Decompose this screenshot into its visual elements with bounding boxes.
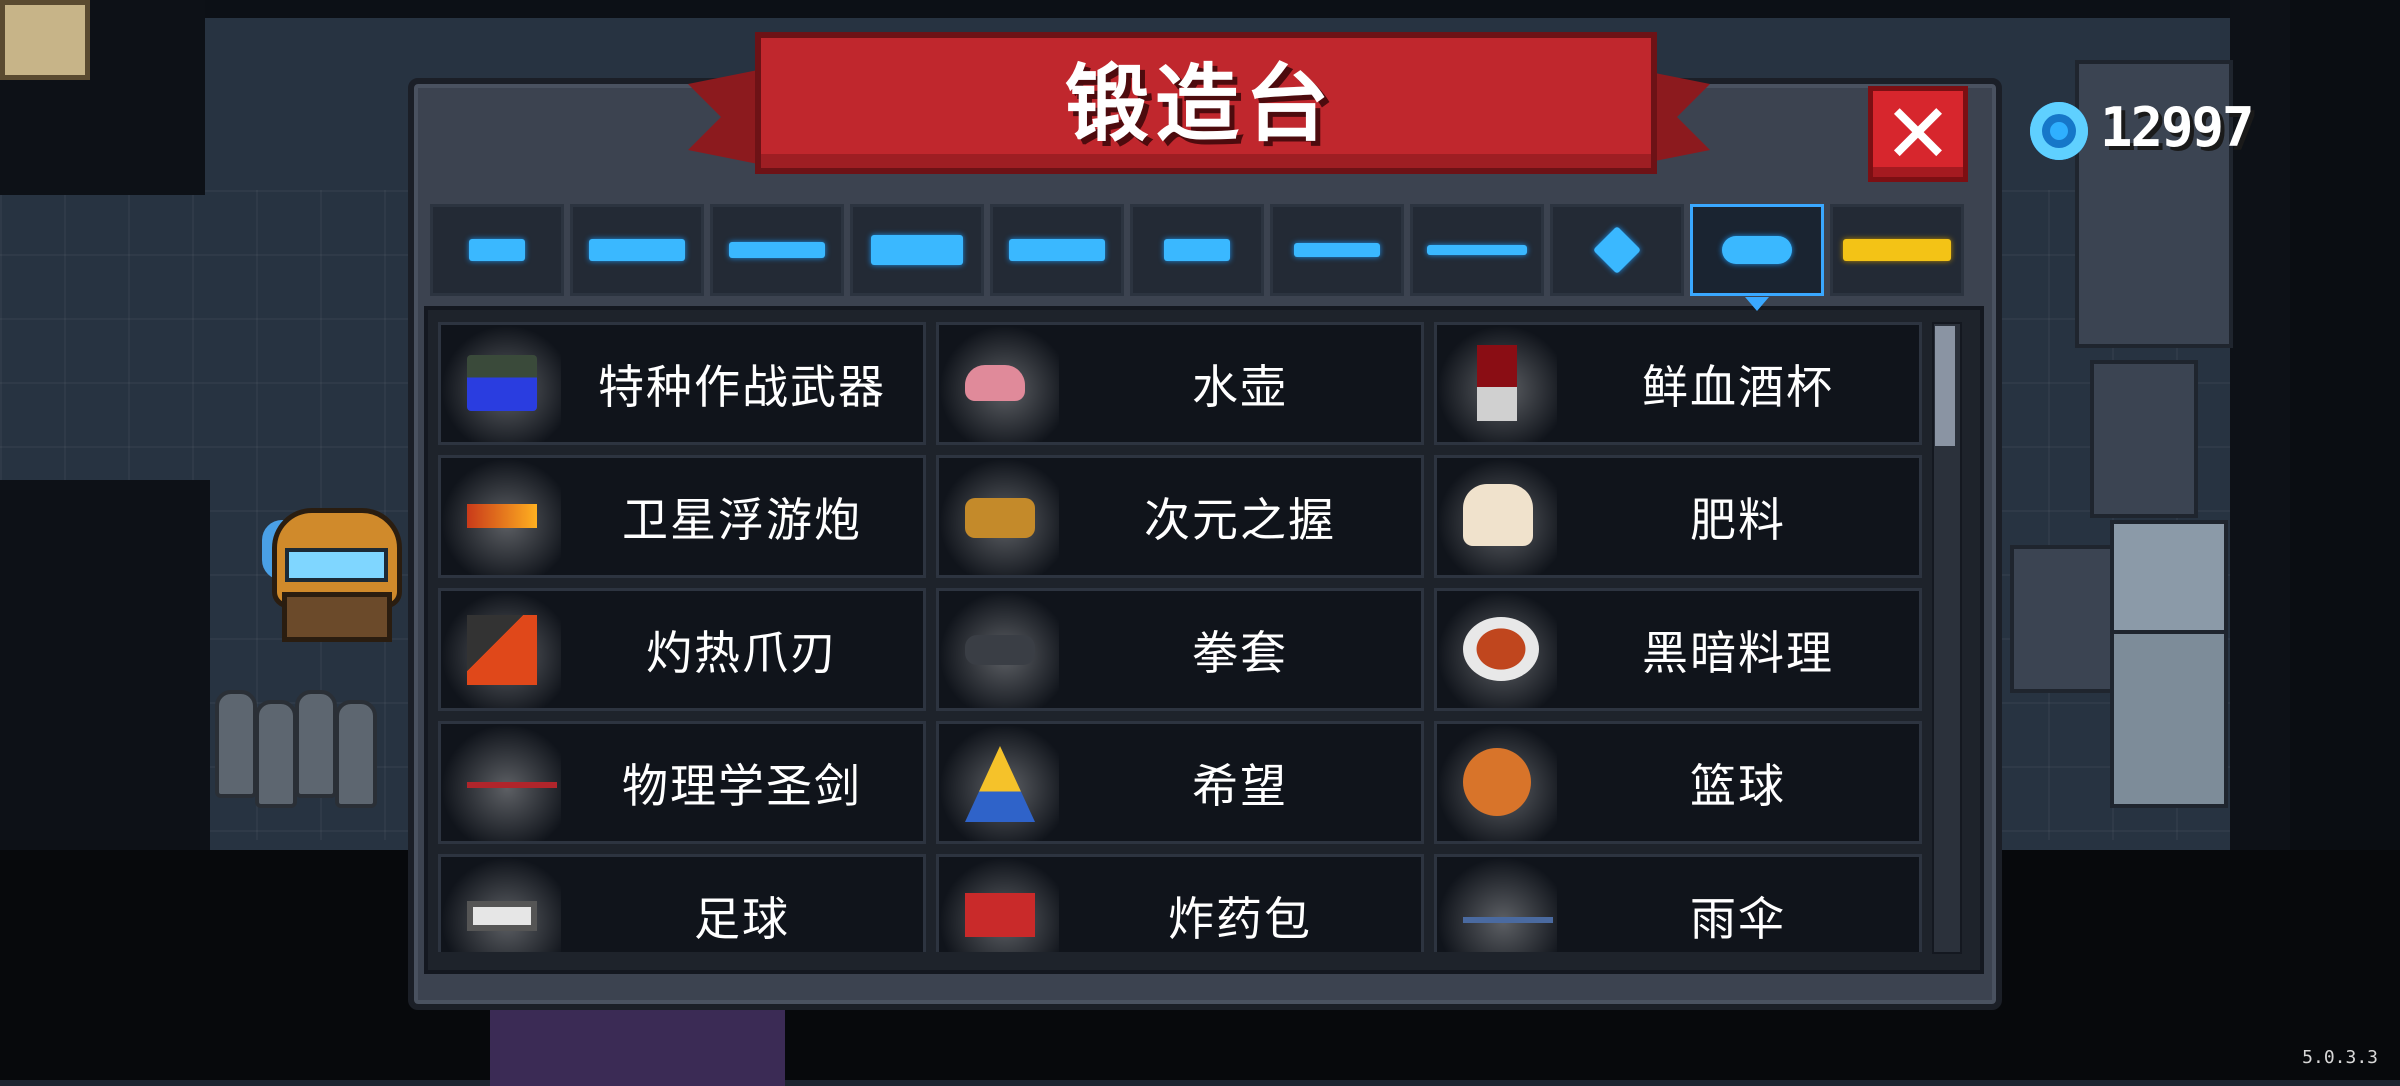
metal-crate: [2110, 520, 2228, 638]
watering-can-icon: [965, 365, 1025, 401]
list-item[interactable]: 卫星浮游炮: [438, 455, 926, 578]
item-name: 篮球: [1690, 758, 1786, 813]
list-item[interactable]: 特种作战武器: [438, 322, 926, 445]
tab-pistol[interactable]: [430, 204, 564, 296]
list-item[interactable]: 肥料: [1434, 455, 1922, 578]
list-item[interactable]: 足球: [438, 854, 926, 952]
gas-tank: [335, 700, 377, 808]
panel-title: 锻造台: [1064, 54, 1335, 153]
rocket-launcher-icon: [871, 235, 963, 265]
scrollbar-thumb[interactable]: [1935, 326, 1955, 446]
character-goggles: [285, 548, 388, 582]
burning-claw-icon: [467, 615, 537, 685]
basketball-icon: [1463, 748, 1531, 816]
tab-bow[interactable]: [1130, 204, 1264, 296]
list-item[interactable]: 水壶: [936, 322, 1424, 445]
item-name: 物理学圣剑: [622, 758, 862, 813]
bow-icon: [1164, 239, 1230, 261]
portal-doorway: [490, 1000, 785, 1086]
gas-tank: [255, 700, 297, 808]
dynamite-pack-icon: [965, 893, 1035, 937]
weapon-category-tabs: [430, 204, 1970, 300]
metal-crate-2: [2110, 630, 2228, 808]
list-item[interactable]: 灼热爪刃: [438, 588, 926, 711]
satellite-cannon-icon: [467, 504, 537, 528]
dark-cuisine-icon: [1463, 617, 1539, 681]
list-item[interactable]: 希望: [936, 721, 1424, 844]
dark-crate: [2090, 360, 2198, 518]
list-item[interactable]: 次元之握: [936, 455, 1424, 578]
blood-chalice-icon: [1477, 345, 1517, 421]
fertilizer-bag-icon: [1463, 484, 1533, 546]
item-name: 希望: [1192, 758, 1288, 813]
fish-icon: [1722, 236, 1792, 264]
list-item[interactable]: 物理学圣剑: [438, 721, 926, 844]
tab-laser-rifle[interactable]: [990, 204, 1124, 296]
item-name: 灼热爪刃: [646, 625, 838, 680]
tab-sword[interactable]: [1270, 204, 1404, 296]
tab-fish[interactable]: [1690, 204, 1824, 296]
tab-shuriken[interactable]: [1550, 204, 1684, 296]
item-name: 次元之握: [1144, 492, 1336, 547]
crowbar-icon: [467, 782, 557, 788]
item-name: 足球: [694, 891, 790, 946]
list-item[interactable]: 拳套: [936, 588, 1424, 711]
blue-gem-icon: [2030, 102, 2088, 160]
sword-icon: [1294, 243, 1380, 257]
item-name: 鲜血酒杯: [1642, 359, 1834, 414]
list-item[interactable]: 篮球: [1434, 721, 1922, 844]
laser-rifle-icon: [1009, 239, 1105, 261]
item-grid: 特种作战武器 水壶 鲜血酒杯 卫星浮游炮 次元之握 肥料 灼热爪刃 拳套 黑暗料…: [438, 322, 1922, 952]
item-name: 特种作战武器: [598, 359, 886, 414]
gas-tank: [215, 690, 257, 798]
version-label: 5.0.3.3: [2302, 1047, 2378, 1068]
gem-count: 12997: [2100, 96, 2255, 159]
item-name: 肥料: [1690, 492, 1786, 547]
machine-crate: [2010, 545, 2118, 693]
assault-rifle-icon: [589, 239, 685, 261]
tab-crown[interactable]: [1830, 204, 1964, 296]
item-name: 炸药包: [1168, 891, 1312, 946]
list-item[interactable]: 黑暗料理: [1434, 588, 1922, 711]
crown-icon: [1843, 239, 1951, 261]
shuriken-icon: [1592, 225, 1642, 275]
item-name: 卫星浮游炮: [622, 492, 862, 547]
item-name: 雨伞: [1690, 891, 1786, 946]
tab-rocket-launcher[interactable]: [850, 204, 984, 296]
item-name: 黑暗料理: [1642, 625, 1834, 680]
spear-icon: [1427, 245, 1527, 255]
item-name: 水壶: [1192, 359, 1288, 414]
umbrella-icon: [1463, 917, 1553, 923]
special-ops-weapon-icon: [467, 355, 537, 411]
character-body: [282, 592, 392, 642]
list-item[interactable]: 鲜血酒杯: [1434, 322, 1922, 445]
tab-shotgun[interactable]: [710, 204, 844, 296]
list-item[interactable]: 炸药包: [936, 854, 1424, 952]
dimension-grip-icon: [965, 498, 1035, 538]
pistol-icon: [469, 239, 525, 261]
notice-board: [0, 0, 90, 80]
soccer-ball-icon: [467, 901, 537, 931]
list-item[interactable]: 雨伞: [1434, 854, 1922, 952]
top-wall: [0, 0, 2400, 18]
shotgun-icon: [729, 242, 825, 258]
close-button[interactable]: ✕: [1868, 86, 1968, 182]
gas-tank: [295, 690, 337, 798]
wall-block-left: [0, 480, 210, 850]
item-name: 拳套: [1192, 625, 1288, 680]
gauntlet-icon: [965, 635, 1035, 665]
tab-spear[interactable]: [1410, 204, 1544, 296]
tab-assault-rifle[interactable]: [570, 204, 704, 296]
